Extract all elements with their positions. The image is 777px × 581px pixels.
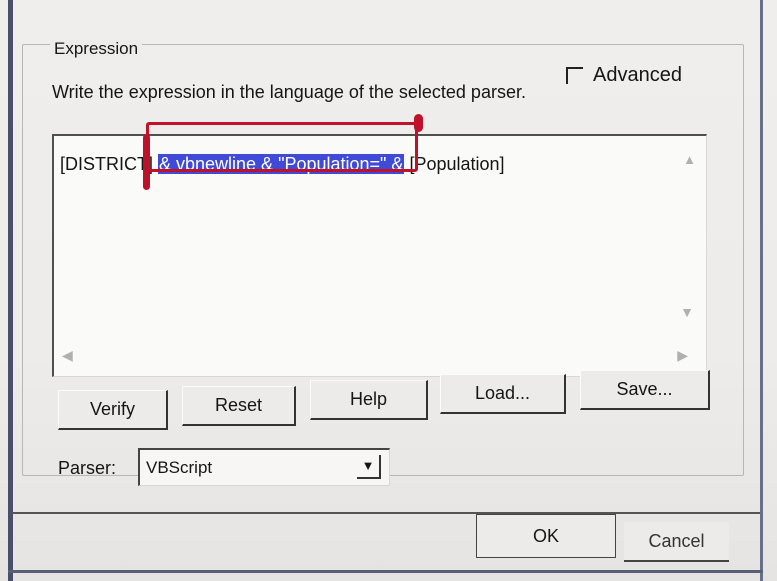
footer-divider [10,512,760,514]
verify-button[interactable]: Verify [58,390,168,430]
save-button[interactable]: Save... [580,370,710,410]
scroll-right-icon[interactable]: ▶ [677,347,688,364]
scroll-left-icon[interactable]: ◀ [62,347,73,364]
parser-value: VBScript [146,457,213,477]
reset-button[interactable]: Reset [182,386,296,426]
dialog-left-border [8,0,13,581]
cancel-button[interactable]: Cancel [624,522,729,562]
dialog-bottom-border [8,570,763,573]
advanced-checkbox[interactable] [566,67,583,84]
parser-label: Parser: [58,458,117,478]
scroll-up-icon[interactable]: ▲ [683,152,696,167]
chevron-down-icon[interactable]: ▼ [357,455,381,479]
help-button[interactable]: Help [310,380,428,420]
load-button[interactable]: Load... [440,374,566,414]
selection-start-handle[interactable] [143,134,150,190]
selection-end-handle[interactable] [414,114,423,132]
advanced-option[interactable]: Advanced [566,64,682,87]
ok-button[interactable]: OK [476,514,616,558]
scroll-down-icon[interactable]: ▼ [680,304,694,320]
expression-instructions: Write the expression in the language of … [52,82,526,102]
expression-group-title: Expression [50,40,143,58]
expression-suffix: [Population] [404,154,505,174]
dialog-right-border [760,0,763,581]
advanced-label: Advanced [593,64,682,86]
selection-highlight-marker [146,122,418,172]
parser-select[interactable]: VBScript ▼ [138,448,390,486]
